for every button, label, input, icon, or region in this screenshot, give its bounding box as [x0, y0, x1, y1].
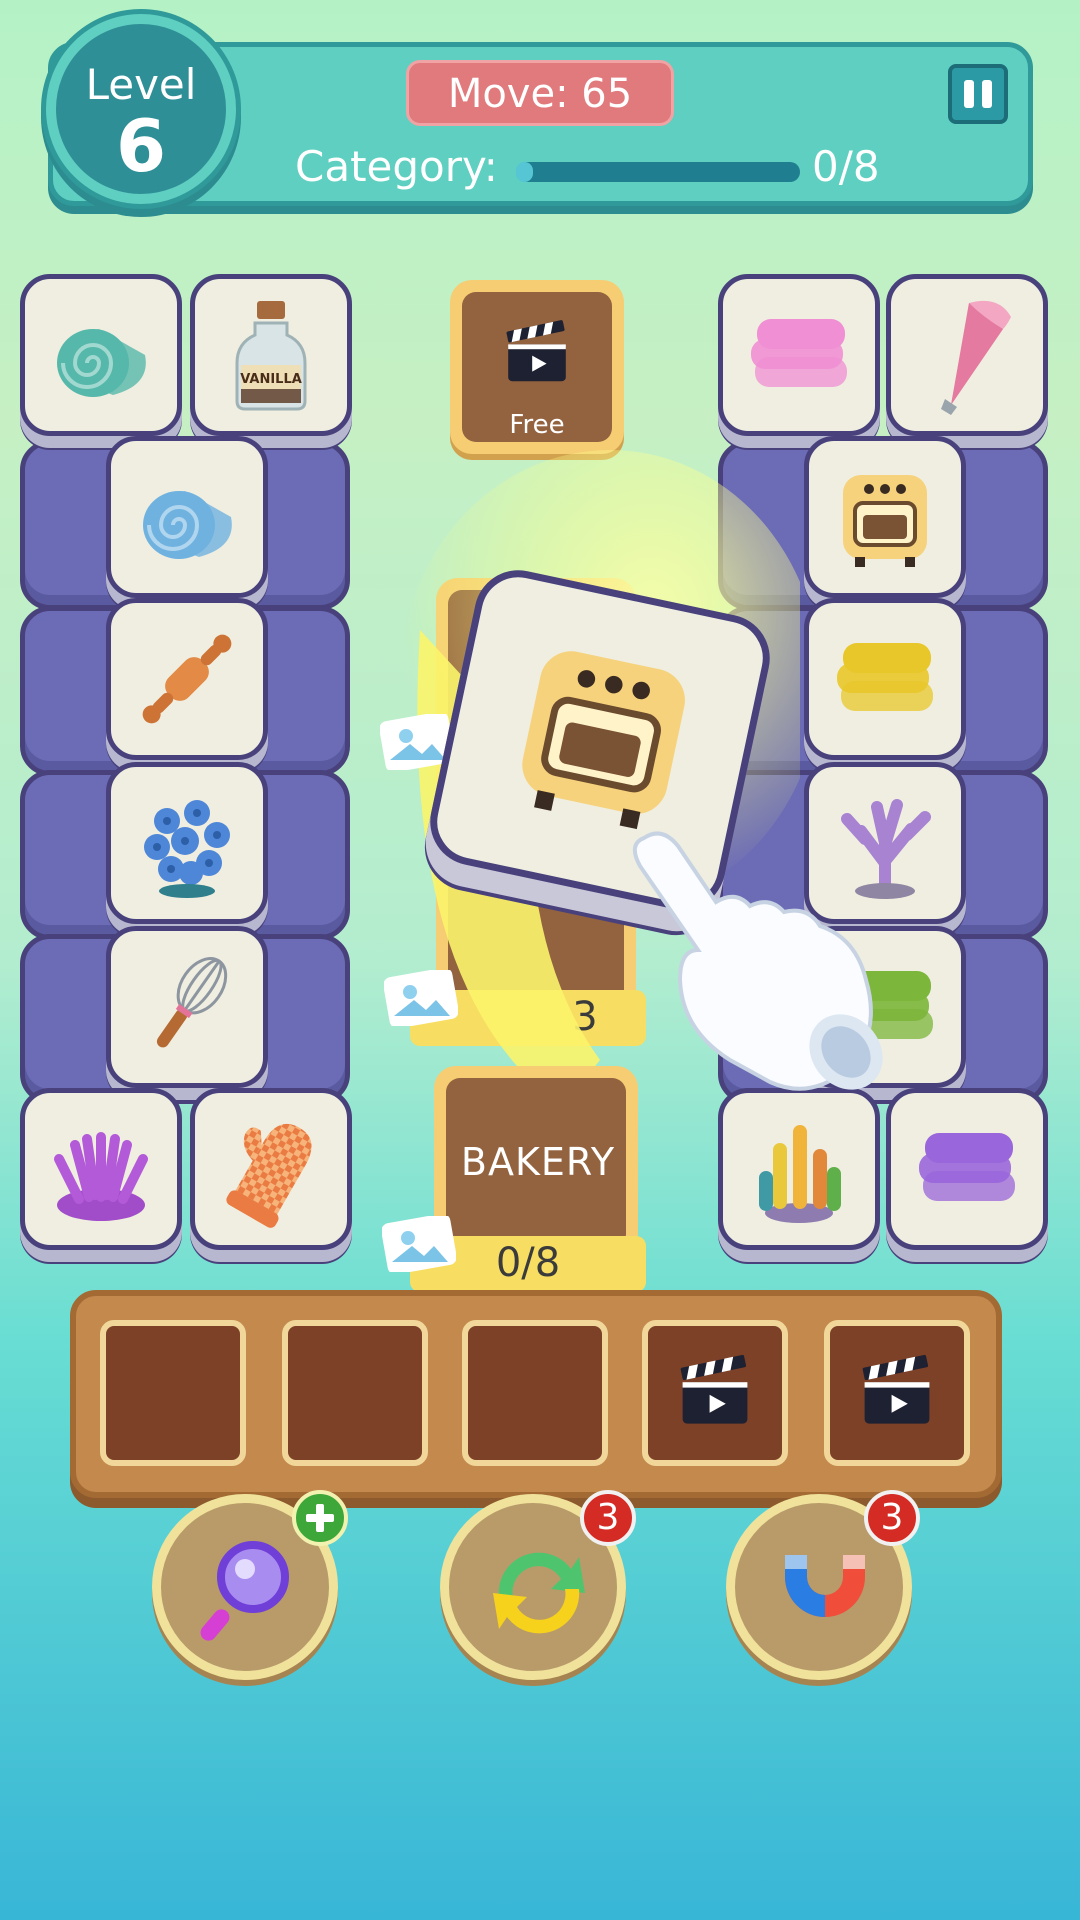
anemone-icon: [54, 1132, 148, 1221]
towel-icon: [739, 295, 859, 415]
pause-icon: [964, 80, 974, 108]
tile-blue-coral[interactable]: [106, 762, 268, 924]
category-box-bakery[interactable]: BAKERY: [434, 1066, 638, 1256]
blue-coral-icon: [144, 800, 230, 898]
tile-purple-anemone[interactable]: [20, 1088, 182, 1250]
image-icon: [382, 1216, 456, 1272]
whisk-icon: [156, 957, 228, 1048]
video-clapper-icon: [670, 1348, 760, 1438]
towel-icon: [907, 1109, 1027, 1229]
tile-piping-bag[interactable]: [886, 274, 1048, 436]
tray-slot-4[interactable]: [642, 1320, 788, 1466]
magnet-count-badge: 3: [864, 1490, 920, 1546]
tile-small-oven[interactable]: [804, 436, 966, 598]
colorful-coral-icon: [759, 1125, 841, 1223]
oven-icon: [825, 457, 945, 577]
pause-button[interactable]: [948, 64, 1008, 124]
category-progress-fill: [516, 162, 534, 182]
tile-oven-mitt[interactable]: [190, 1088, 352, 1250]
magnet-icon: [785, 1555, 865, 1617]
tile-vanilla-bottle[interactable]: VANILLA: [190, 274, 352, 436]
towel-icon: [825, 619, 945, 739]
tile-yellow-towel[interactable]: [804, 598, 966, 760]
category-label: Category:: [295, 142, 498, 191]
vanilla-bottle-icon: VANILLA: [235, 301, 307, 411]
level-badge: Level 6: [46, 14, 236, 204]
piping-bag-icon: [941, 300, 1011, 415]
tray-slot-5[interactable]: [824, 1320, 970, 1466]
add-powerup-badge[interactable]: [292, 1490, 348, 1546]
level-number: 6: [115, 104, 167, 188]
video-clapper-icon: [852, 1348, 942, 1438]
tile-purple-towel[interactable]: [886, 1088, 1048, 1250]
tile-colorful-coral[interactable]: [718, 1088, 880, 1250]
shuffle-icon: [493, 1552, 585, 1634]
category-progress-bar: [516, 162, 800, 182]
plus-icon: [306, 1504, 334, 1532]
tile-pink-towel[interactable]: [718, 274, 880, 436]
level-label: Level: [85, 60, 197, 109]
tile-whisk[interactable]: [106, 926, 268, 1088]
tile-teal-fondant-roll[interactable]: [20, 274, 182, 436]
free-video-slot[interactable]: Free: [450, 280, 624, 454]
rolling-pin-icon: [142, 634, 232, 724]
video-clapper-icon: [497, 314, 577, 394]
fondant-roll-icon: [127, 457, 247, 577]
move-counter: Move: 65: [406, 60, 674, 126]
pointer-hand-icon: [632, 831, 883, 1091]
shuffle-count-badge: 3: [580, 1490, 636, 1546]
tray-slot-2[interactable]: [282, 1320, 428, 1466]
move-text: Move: 65: [447, 71, 633, 117]
magnifier-icon: [200, 1541, 289, 1641]
vanilla-label: VANILLA: [240, 372, 302, 387]
image-icon: [384, 970, 458, 1026]
magnet-count: 3: [880, 1497, 904, 1538]
category-count: 0/8: [812, 142, 880, 191]
tile-rolling-pin[interactable]: [106, 598, 268, 760]
tray-slot-1[interactable]: [100, 1320, 246, 1466]
tile-blue-fondant-roll[interactable]: [106, 436, 268, 598]
fondant-roll-icon: [41, 295, 161, 415]
oven-mitt-icon: [226, 1124, 312, 1228]
bakery-label: BAKERY: [460, 1140, 616, 1184]
tray-slot-3[interactable]: [462, 1320, 608, 1466]
collection-tray: [70, 1290, 1002, 1498]
shuffle-count: 3: [596, 1497, 620, 1538]
